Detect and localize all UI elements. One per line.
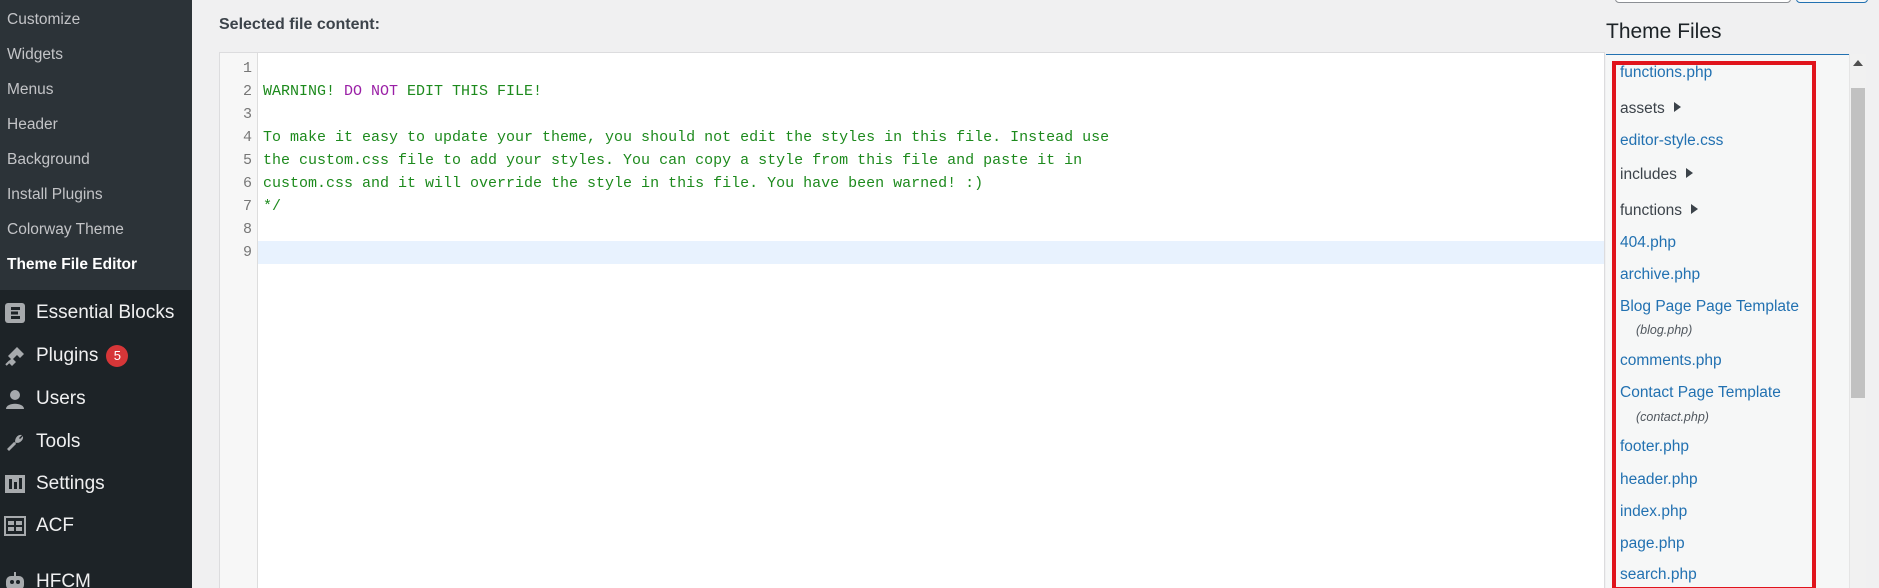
plugins-update-badge: 5 [106,345,129,367]
code-editor[interactable]: 1 2 WARNING! DO NOT EDIT THIS FILE! 3 4 To ma… [219,52,1605,588]
line-text: WARNING! DO NOT EDIT THIS FILE! [263,83,543,100]
submenu-background[interactable]: Background [0,142,192,177]
code-line[interactable]: 3 [220,103,1604,126]
code-line[interactable]: 4 To make it easy to update your theme, y… [220,126,1604,149]
essential-blocks-icon [2,300,28,326]
user-icon [2,386,28,412]
theme-files-title: Theme Files [1606,20,1722,43]
menu-tools[interactable]: Tools [0,421,192,463]
code-line[interactable]: 7 */ [220,195,1604,218]
menu-label: Tools [36,431,81,452]
line-number: 1 [242,60,252,77]
plugin-icon [2,343,28,369]
code-line[interactable]: 9 [243,241,1604,264]
code-line[interactable]: 2 WARNING! DO NOT EDIT THIS FILE! [220,80,1604,103]
theme-select-dropdown[interactable] [1615,0,1791,3]
line-number: 5 [242,152,252,169]
submenu-header[interactable]: Header [0,107,192,142]
line-number: 7 [242,198,252,215]
menu-hfcm[interactable]: HFCM [0,561,192,588]
line-text: To make it easy to update your theme, yo… [263,129,1110,146]
select-button[interactable] [1796,0,1868,3]
menu-acf[interactable]: ACF [0,505,192,547]
submenu-widgets[interactable]: Widgets [0,37,192,72]
submenu-menus[interactable]: Menus [0,72,192,107]
menu-label: Settings [36,473,105,494]
settings-icon [2,471,28,497]
code-line[interactable]: 5 the custom.css file to add your styles.… [220,149,1604,172]
menu-essential-blocks[interactable]: Essential Blocks [0,292,192,334]
line-text: the custom.css file to add your styles. … [263,152,1083,169]
submenu-colorway-theme[interactable]: Colorway Theme [0,212,192,247]
code-line[interactable]: 8 [220,218,1604,241]
menu-label: Essential Blocks [36,302,175,323]
menu-plugins[interactable]: Plugins 5 [0,335,192,377]
acf-grid-icon [2,513,28,539]
wrench-icon [2,429,28,455]
menu-settings[interactable]: Settings [0,463,192,505]
highlight-box [1612,61,1816,588]
submenu-theme-file-editor[interactable]: Theme File Editor [0,247,192,282]
robot-icon [2,569,28,588]
line-number: 8 [242,221,252,238]
admin-sidebar: Customize Widgets Menus Header Backgroun… [0,0,192,588]
scroll-up-arrow-icon[interactable] [1853,60,1863,66]
submenu-customize[interactable]: Customize [0,2,192,37]
menu-label: HFCM [36,571,91,588]
line-text: */ [263,198,282,215]
selected-file-label: Selected file content: [219,16,380,33]
line-number: 6 [242,175,252,192]
line-text: custom.css and it will override the styl… [263,175,984,192]
scrollbar-thumb[interactable] [1851,88,1865,398]
menu-users[interactable]: Users [0,378,192,420]
appearance-submenu: Customize Widgets Menus Header Backgroun… [0,0,192,290]
code-line[interactable]: 1 [220,57,1604,80]
line-number: 3 [242,106,252,123]
line-number: 2 [242,83,252,100]
line-number: 9 [242,244,252,261]
submenu-install-plugins[interactable]: Install Plugins [0,177,192,212]
menu-label: Plugins [36,345,99,366]
menu-label: ACF [36,515,74,536]
code-line[interactable]: 6 custom.css and it will override the sty… [220,172,1604,195]
menu-label: Users [36,388,86,409]
line-number: 4 [242,129,252,146]
